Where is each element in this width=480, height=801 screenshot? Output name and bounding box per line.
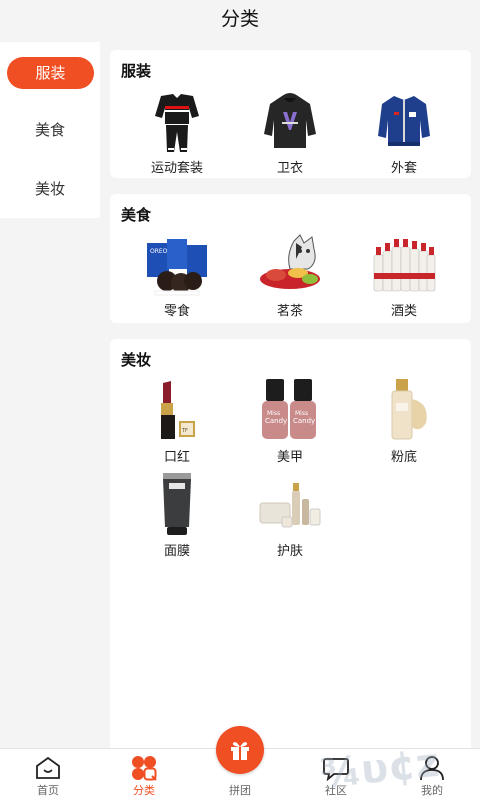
jacket-image [372,90,436,154]
section-title: 美食 [121,206,152,224]
tab-home[interactable]: 首页 [0,749,96,801]
tea-image [258,233,322,297]
category-item-jacket[interactable]: 外套 [354,90,454,176]
category-label: 面膜 [163,544,190,559]
gift-icon [228,738,252,762]
cookies-image: OREO [145,233,209,297]
watermark-logo: ¾υ¢z [318,740,476,798]
sidebar-item-clothing[interactable]: 服装 [7,57,94,89]
category-label: 零食 [163,304,190,319]
section-clothing: 服装 运动套装 卫衣 外套 [110,50,471,178]
tab-label: 分类 [133,784,155,797]
home-icon [34,755,62,781]
tab-label: 拼团 [229,784,251,797]
category-item-face-mask[interactable]: 面膜 [127,473,227,559]
category-label: 口红 [163,450,190,465]
svg-text:OREO: OREO [150,248,168,255]
category-item-skincare[interactable]: 护肤 [240,473,340,559]
nail-polish-image: Miss Candy Miss Candy [258,379,322,443]
category-item-lipstick[interactable]: TF 口红 [127,379,227,465]
category-item-foundation[interactable]: 粉底 [354,379,454,465]
skincare-set-image [258,473,322,537]
face-mask-tube-image [145,473,209,537]
category-sidebar: 服装 美食 美妆 [0,42,100,218]
svg-text:Miss: Miss [295,410,308,417]
lipstick-image: TF [145,379,209,443]
category-label: 茗茶 [276,304,303,319]
category-label: 酒类 [390,304,417,319]
category-item-tea[interactable]: 茗茶 [240,233,340,319]
tracksuit-image [145,90,209,154]
liquor-bottles-image [372,233,436,297]
page-title: 分类 [220,8,259,30]
category-item-snacks[interactable]: OREO 零食 [127,233,227,319]
category-item-hoodie[interactable]: 卫衣 [240,90,340,176]
section-title: 美妆 [121,351,152,369]
section-title: 服装 [121,62,152,80]
foundation-image [372,379,436,443]
svg-text:Candy: Candy [293,417,315,425]
category-item-liquor[interactable]: 酒类 [354,233,454,319]
group-buy-fab-button[interactable] [216,726,264,774]
sidebar-item-food[interactable]: 美食 [0,114,100,146]
tab-category[interactable]: 分类 [96,749,192,801]
tab-label: 首页 [37,784,59,797]
svg-text:Miss: Miss [267,410,280,417]
category-label: 运动套装 [150,161,203,176]
category-item-nail-polish[interactable]: Miss Candy Miss Candy 美甲 [240,379,340,465]
svg-text:TF: TF [181,428,188,434]
category-label: 粉底 [390,450,417,465]
category-label: 美甲 [276,450,303,465]
section-beauty: 美妆 TF 口红 Miss Candy Miss Candy 美甲 粉底 面膜 … [110,339,471,748]
category-item-tracksuit[interactable]: 运动套装 [127,90,227,176]
category-icon [130,755,158,781]
page-header: 分类 [0,0,480,42]
category-label: 外套 [390,161,417,176]
section-food: 美食 OREO 零食 茗茶 酒类 [110,194,471,323]
svg-text:¾υ¢z: ¾υ¢z [318,742,441,794]
category-label: 卫衣 [276,161,303,176]
category-label: 护肤 [276,544,303,559]
svg-text:Candy: Candy [265,417,287,425]
hoodie-image [258,90,322,154]
sidebar-item-beauty[interactable]: 美妆 [0,173,100,205]
